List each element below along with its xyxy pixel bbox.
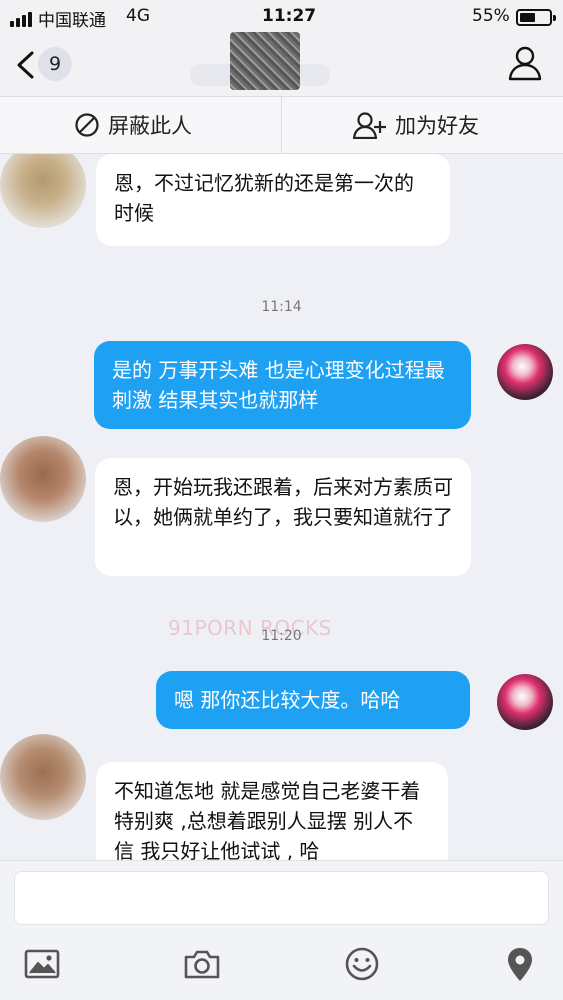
emoji-icon[interactable] (342, 944, 382, 984)
signal-icon (10, 12, 32, 27)
location-icon[interactable] (500, 944, 540, 984)
message-input[interactable] (14, 871, 549, 925)
camera-icon[interactable] (182, 944, 222, 984)
contact-avatar[interactable] (0, 154, 86, 228)
profile-icon[interactable] (506, 44, 544, 82)
add-friend-icon (353, 112, 386, 139)
contact-avatar[interactable] (0, 436, 86, 522)
add-friend-button[interactable]: 加为好友 (353, 97, 479, 153)
action-bar: 屏蔽此人 加为好友 (0, 96, 563, 154)
battery-percent: 55% (472, 6, 510, 26)
chat-area[interactable]: 恩，不过记忆犹新的还是第一次的时候 11:14 是的 万事开头难 也是心理变化过… (0, 154, 563, 860)
add-friend-label: 加为好友 (395, 114, 479, 138)
contact-name-redacted (230, 32, 300, 90)
battery-level (520, 13, 536, 22)
message-bubble-outgoing[interactable]: 嗯 那你还比较大度。哈哈 (156, 671, 470, 729)
unread-count-badge[interactable]: 9 (38, 47, 72, 81)
block-user-label: 屏蔽此人 (108, 114, 192, 138)
contact-avatar[interactable] (0, 734, 86, 820)
message-timestamp: 11:14 (261, 299, 302, 315)
message-bubble-outgoing[interactable]: 是的 万事开头难 也是心理变化过程最刺激 结果其实也就那样 (94, 341, 471, 429)
bottom-toolbar (0, 930, 563, 1000)
message-bubble-incoming[interactable]: 恩，开始玩我还跟着，后来对方素质可以，她俩就单约了，我只要知道就行了 (95, 458, 471, 576)
battery-icon (516, 9, 556, 26)
status-bar: 中国联通 4G 11:27 55% (0, 0, 563, 32)
message-bubble-incoming[interactable]: 不知道怎地 就是感觉自己老婆干着特别爽 ,总想着跟别人显摆 别人不信 我只好让他… (96, 762, 448, 860)
input-area (0, 860, 563, 930)
action-divider (281, 97, 282, 153)
image-icon[interactable] (22, 944, 62, 984)
block-user-button[interactable]: 屏蔽此人 (74, 97, 192, 153)
message-bubble-incoming[interactable]: 恩，不过记忆犹新的还是第一次的时候 (96, 154, 450, 246)
message-timestamp: 11:20 (261, 628, 302, 644)
my-avatar[interactable] (497, 674, 553, 730)
carrier-name: 中国联通 (38, 11, 106, 31)
back-arrow-icon[interactable] (12, 50, 40, 80)
network-type: 4G (126, 6, 150, 26)
my-avatar[interactable] (497, 344, 553, 400)
nav-bar: 9 (0, 32, 563, 96)
block-icon (75, 113, 99, 137)
status-time: 11:27 (262, 6, 317, 26)
